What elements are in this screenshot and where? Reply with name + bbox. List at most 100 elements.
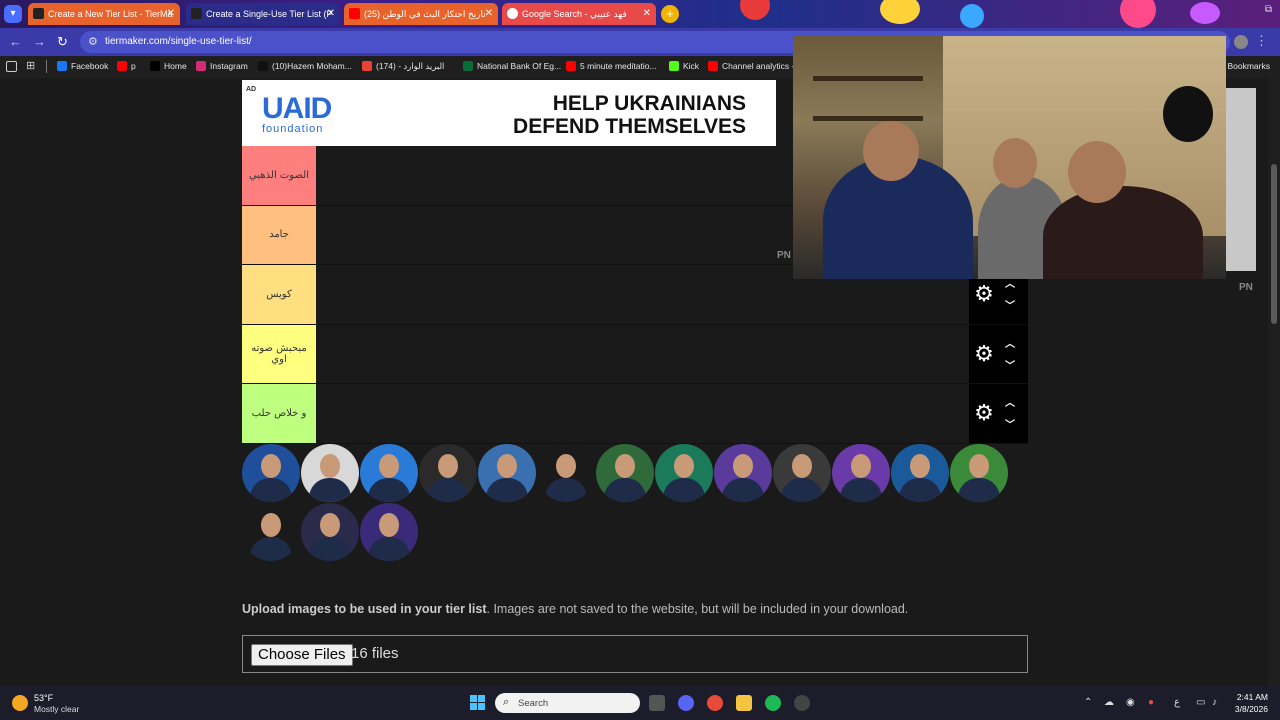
chevron-up-icon[interactable]: ︿ <box>1005 335 1015 350</box>
close-icon[interactable]: ✕ <box>327 3 335 25</box>
tier-item-image[interactable] <box>537 444 595 502</box>
tier-item-image[interactable] <box>360 444 418 502</box>
tier-item-image[interactable] <box>301 444 359 502</box>
forward-icon[interactable]: → <box>33 34 46 49</box>
tier-label[interactable]: الصوت الذهبي <box>242 146 316 205</box>
tier-item-image[interactable] <box>242 444 300 502</box>
discord-tray-icon[interactable]: ◉ <box>1126 697 1135 708</box>
taskbar-search[interactable]: ⌕ Search <box>495 693 640 713</box>
gear-icon[interactable]: ⚙ <box>973 283 995 305</box>
apps-icon[interactable]: ⊞ <box>26 59 35 72</box>
tier-controls: ⚙ ︿ ﹀ <box>969 384 1028 443</box>
balloon <box>1163 86 1213 142</box>
bookmark-item[interactable]: National Bank Of Eg... <box>463 61 561 71</box>
bookmark-label: (174) - البريد الوارد <box>376 61 445 71</box>
back-icon[interactable]: ← <box>9 34 22 49</box>
volume-icon[interactable]: ♪ <box>1212 697 1217 708</box>
close-icon[interactable]: ✕ <box>167 3 175 25</box>
site-info-icon[interactable]: ⚙ <box>88 35 98 48</box>
person-right <box>1043 186 1203 279</box>
gear-icon[interactable]: ⚙ <box>973 342 995 365</box>
tier-label[interactable]: مبحبش صوته اوي <box>242 324 316 383</box>
tab-tiermaker-single[interactable]: Create a Single-Use Tier List (P ✕ <box>186 3 340 25</box>
tier-item-image[interactable] <box>714 444 772 502</box>
clock[interactable]: 2:41 AM 3/8/2026 <box>1235 691 1268 715</box>
tab-tiermaker-new[interactable]: Create a New Tier List - TierMa ✕ <box>28 3 180 25</box>
bookmark-item[interactable]: 5 minute meditatio... <box>566 61 657 71</box>
tier-item-image[interactable] <box>360 503 418 561</box>
portrait-body <box>722 478 764 502</box>
tab-groups-icon[interactable] <box>6 61 17 72</box>
face <box>863 121 919 181</box>
tier-item-image[interactable] <box>655 444 713 502</box>
network-icon[interactable]: ▭ <box>1196 697 1205 708</box>
chevron-up-icon[interactable]: ︿ <box>1005 394 1015 409</box>
close-icon[interactable]: ✕ <box>485 3 493 25</box>
choose-files-button[interactable]: Choose Files <box>251 644 353 666</box>
chevron-down-icon[interactable]: ﹀ <box>1005 297 1015 312</box>
start-icon[interactable] <box>470 695 486 711</box>
shelf <box>813 76 923 81</box>
bookmark-item[interactable]: p <box>117 61 136 71</box>
tier-label[interactable]: جامد <box>242 205 316 264</box>
window-controls[interactable]: ⧉ <box>1265 4 1272 15</box>
menu-icon[interactable]: ⋮ <box>1255 33 1268 49</box>
bookmark-label: (10)Hazem Moham... <box>272 61 352 71</box>
tier-item-image[interactable] <box>950 444 1008 502</box>
chrome-icon[interactable] <box>707 695 723 711</box>
tab-youtube[interactable]: (25) تاريخ احتكار البث في الوطن ✕ <box>344 3 498 25</box>
language-indicator[interactable]: ع <box>1174 697 1180 708</box>
microphone-icon[interactable]: ● <box>1148 697 1154 708</box>
reload-icon[interactable]: ↻ <box>57 34 68 50</box>
scroll-thumb[interactable] <box>1271 164 1277 324</box>
chevron-down-icon[interactable]: ﹀ <box>1005 416 1015 431</box>
bookmark-item[interactable]: (174) - البريد الوارد <box>362 61 444 72</box>
tier-label[interactable]: و خلاص حلب <box>242 384 316 443</box>
tier-item-image[interactable] <box>832 444 890 502</box>
tier-item-image[interactable] <box>419 444 477 502</box>
tier-item-image[interactable] <box>301 503 359 561</box>
x-icon <box>150 61 160 71</box>
tier-label[interactable]: كويس <box>242 265 316 324</box>
portrait-head <box>969 454 989 478</box>
background-panel <box>1226 88 1256 271</box>
bookmark-item[interactable]: Instagram <box>196 61 248 71</box>
settings-icon[interactable] <box>794 695 810 711</box>
weather-widget[interactable]: 53°F Mostly clear <box>12 692 102 716</box>
bookmark-item[interactable]: Channel analytics - ... <box>708 61 804 71</box>
onedrive-icon[interactable]: ☁ <box>1104 697 1114 708</box>
chevron-down-icon[interactable]: ﹀ <box>1005 357 1015 372</box>
tray-chevron-icon[interactable]: ⌃ <box>1084 697 1092 708</box>
profile-icon[interactable] <box>1234 35 1248 49</box>
theme-decoration <box>740 0 770 20</box>
page-scrollbar[interactable] <box>1268 78 1280 686</box>
portrait-head <box>674 454 694 478</box>
discord-icon[interactable] <box>678 695 694 711</box>
theme-decoration <box>1120 0 1156 28</box>
bookmark-item[interactable]: (10)Hazem Moham... <box>258 61 352 71</box>
tab-strip: ▾ Create a New Tier List - TierMa ✕ Crea… <box>0 0 1280 28</box>
bookmark-item[interactable]: Kick <box>669 61 699 71</box>
bookmark-item[interactable]: Facebook <box>57 61 108 71</box>
tier-item-image[interactable] <box>478 444 536 502</box>
file-explorer-icon[interactable] <box>736 695 752 711</box>
gear-icon[interactable]: ⚙ <box>973 402 995 424</box>
tier-dropzone[interactable] <box>316 324 969 383</box>
bookmark-item[interactable]: Home <box>150 61 187 71</box>
tier-item-image[interactable] <box>242 503 300 561</box>
tier-dropzone[interactable] <box>316 384 969 443</box>
ad-banner[interactable]: AD UAID foundation HELP UKRAINIANS DEFEN… <box>242 80 776 146</box>
close-icon[interactable]: ✕ <box>643 3 651 25</box>
task-view-icon[interactable] <box>649 695 665 711</box>
new-tab-button[interactable]: + <box>661 5 679 23</box>
all-bookmarks[interactable]: ll Bookmarks <box>1221 61 1270 71</box>
tier-item-image[interactable] <box>773 444 831 502</box>
tab-search-button[interactable]: ▾ <box>4 5 22 23</box>
tier-item-image[interactable] <box>596 444 654 502</box>
youtube-icon <box>566 61 576 71</box>
tier-item-image[interactable] <box>891 444 949 502</box>
theme-decoration <box>880 0 920 24</box>
theme-decoration <box>960 4 984 28</box>
tab-google[interactable]: Google Search - فهد عتيبي ✕ <box>502 3 656 25</box>
spotify-icon[interactable] <box>765 695 781 711</box>
